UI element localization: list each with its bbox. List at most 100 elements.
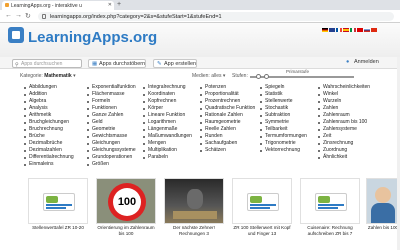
category-link[interactable]: Lineare Funktion: [143, 112, 192, 119]
category-link[interactable]: Zahlensysteme: [318, 126, 370, 133]
category-link[interactable]: Grundoperationen: [87, 154, 136, 161]
flag-es-icon[interactable]: [343, 28, 349, 32]
category-link[interactable]: Stellenwerte: [260, 98, 307, 105]
category-link[interactable]: Teilbarkeit: [260, 126, 307, 133]
logo-icon[interactable]: [8, 27, 24, 43]
category-link[interactable]: Stochastik: [260, 105, 307, 112]
media-filter[interactable]: Medien: alles ▾: [192, 73, 225, 79]
category-link[interactable]: Zuordnung: [318, 147, 370, 154]
app-tile[interactable]: Der nächste Zehner! Rechnungen 3: [164, 178, 224, 250]
category-link[interactable]: Schätzen: [200, 147, 255, 154]
category-link[interactable]: Logarithmen: [143, 119, 192, 126]
category-link[interactable]: Körper: [143, 105, 192, 112]
app-tiles: Stellenwerttafel ZR 10-20 100 Orientieru…: [0, 178, 400, 250]
flag-ch-icon[interactable]: [357, 28, 363, 32]
category-link[interactable]: Kopfrechnen: [143, 98, 192, 105]
back-icon[interactable]: ←: [5, 12, 12, 19]
category-link[interactable]: Gewichtsmasse: [87, 133, 136, 140]
url-bar[interactable]: learningapps.org/index.php?category=2&s=…: [38, 12, 394, 21]
category-link[interactable]: Gleichungssysteme: [87, 147, 136, 154]
flag-fr-icon[interactable]: [336, 28, 342, 32]
level-end-handle[interactable]: [264, 74, 270, 79]
category-link[interactable]: Analysis: [24, 105, 74, 112]
category-link[interactable]: Einmaleins: [24, 161, 74, 168]
category-link[interactable]: Symmetrie: [260, 119, 307, 126]
category-link[interactable]: Multiplikation: [143, 147, 192, 154]
category-link[interactable]: Maßumwandlungen: [143, 133, 192, 140]
category-column-3: Integralrechnung Koordinaten Kopfrechnen Kö…: [143, 84, 192, 161]
category-link[interactable]: Reelle Zahlen: [200, 126, 255, 133]
category-link[interactable]: Rationale Zahlen: [200, 112, 255, 119]
category-link[interactable]: Potenzen: [200, 84, 255, 91]
app-tile[interactable]: 100 Orientierung im Zahlenraum bis 100: [96, 178, 156, 250]
category-link[interactable]: Runden: [200, 133, 255, 140]
category-link[interactable]: Dezimalzahlen: [24, 147, 74, 154]
browse-apps-button[interactable]: ▦ Apps durchstöbern: [88, 58, 147, 68]
category-label: Kategorie:: [20, 73, 43, 79]
category-link[interactable]: Exponentialfunktion: [87, 84, 136, 91]
flag-de-icon[interactable]: [322, 28, 328, 32]
create-app-button[interactable]: ✎ App erstellen: [153, 58, 198, 68]
category-link[interactable]: Parabeln: [143, 154, 192, 161]
flag-cn-icon[interactable]: [371, 28, 377, 32]
category-link[interactable]: Bruchrechnung: [24, 126, 74, 133]
category-link[interactable]: Integralrechnung: [143, 84, 192, 91]
category-link[interactable]: Trigonometrie: [260, 140, 307, 147]
category-link[interactable]: Bruchgleichungen: [24, 119, 74, 126]
category-link[interactable]: Gleichungen: [87, 140, 136, 147]
search-input[interactable]: ⚲ Apps durchsuchen: [12, 58, 82, 68]
login-button[interactable]: ● Anmelden: [346, 59, 379, 65]
category-link[interactable]: Abbildungen: [24, 84, 74, 91]
category-link[interactable]: Zahlen: [318, 105, 370, 112]
category-link[interactable]: Sachaufgaben: [200, 140, 255, 147]
app-tile[interactable]: ZR 100 Stellenwert mit Kopf und Finger 1…: [232, 178, 292, 250]
category-link[interactable]: Geometrie: [87, 126, 136, 133]
category-link[interactable]: Vektorrechnung: [260, 147, 307, 154]
app-tile[interactable]: Zahlen bis 100: [366, 178, 400, 250]
reload-icon[interactable]: ↻: [25, 12, 31, 20]
category-link[interactable]: Ganze Zahlen: [87, 112, 136, 119]
level-start-handle[interactable]: [255, 74, 261, 79]
category-link[interactable]: Ähnlichkeit: [318, 154, 370, 161]
category-link[interactable]: Brüche: [24, 133, 74, 140]
category-link[interactable]: Formeln: [87, 98, 136, 105]
flag-it-icon[interactable]: [350, 28, 356, 32]
category-link[interactable]: Zahlenraum: [318, 112, 370, 119]
category-link[interactable]: Längenmaße: [143, 126, 192, 133]
category-link[interactable]: Differentialrechnung: [24, 154, 74, 161]
category-link[interactable]: Zeit: [318, 133, 370, 140]
category-link[interactable]: Prozentrechnen: [200, 98, 255, 105]
app-tile[interactable]: Cuisenaire: Rechnung aufschreiben ZR bis…: [300, 178, 360, 250]
category-link[interactable]: Addition: [24, 91, 74, 98]
category-link[interactable]: Arithmetik: [24, 112, 74, 119]
new-tab-icon[interactable]: +: [117, 1, 121, 8]
app-tile[interactable]: Stellenwerttafel ZR 10-20: [28, 178, 88, 250]
browser-tab[interactable]: LearningApps.org - interaktive u ✕: [2, 1, 114, 10]
category-link[interactable]: Wahrscheinlichkeiten: [318, 84, 370, 91]
category-filter[interactable]: Kategorie: Mathematik ▾: [20, 73, 76, 79]
category-link[interactable]: Zinsrechnung: [318, 140, 370, 147]
category-link[interactable]: Subtraktion: [260, 112, 307, 119]
flag-ru-icon[interactable]: [364, 28, 370, 32]
category-link[interactable]: Dezimalbrüche: [24, 140, 74, 147]
category-link[interactable]: Flächenmasse: [87, 91, 136, 98]
flag-uk-icon[interactable]: [329, 28, 335, 32]
category-link[interactable]: Quadratische Funktion: [200, 105, 255, 112]
forward-icon[interactable]: →: [15, 12, 22, 19]
category-link[interactable]: Wurzeln: [318, 98, 370, 105]
category-link[interactable]: Größen: [87, 161, 136, 168]
category-link[interactable]: Funktionen: [87, 105, 136, 112]
category-link[interactable]: Zahlenraum bis 100: [318, 119, 370, 126]
category-link[interactable]: Termumformungen: [260, 133, 307, 140]
category-link[interactable]: Mengen: [143, 140, 192, 147]
category-link[interactable]: Winkel: [318, 91, 370, 98]
category-link[interactable]: Geld: [87, 119, 136, 126]
category-link[interactable]: Koordinaten: [143, 91, 192, 98]
category-link[interactable]: Spiegeln: [260, 84, 307, 91]
category-link[interactable]: Algebra: [24, 98, 74, 105]
site-logo[interactable]: LearningApps.org: [28, 29, 157, 46]
category-link[interactable]: Proportionalität: [200, 91, 255, 98]
close-tab-icon[interactable]: ✕: [108, 2, 112, 8]
category-link[interactable]: Raumgeometrie: [200, 119, 255, 126]
category-link[interactable]: Statistik: [260, 91, 307, 98]
